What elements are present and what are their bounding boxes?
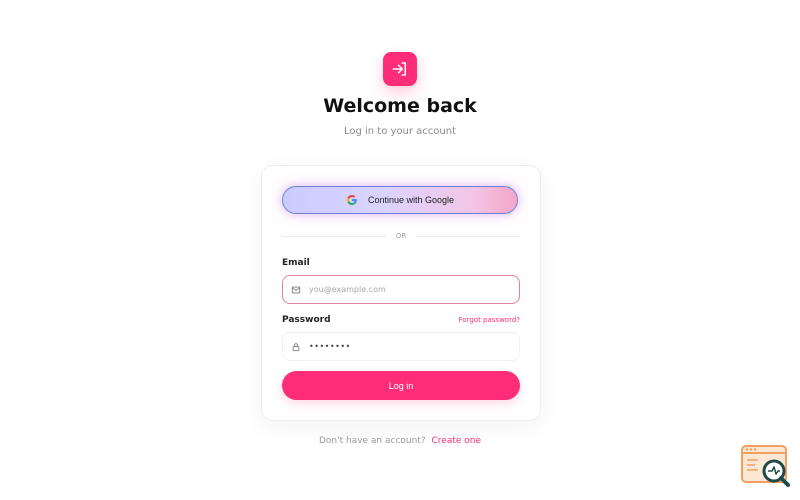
continue-with-google-button[interactable]: Continue with Google	[282, 186, 518, 214]
divider-line-right	[416, 236, 520, 237]
login-arrow-icon	[383, 52, 417, 86]
login-page: Welcome back Log in to your account Cont…	[0, 0, 800, 500]
google-button-label: Continue with Google	[367, 195, 455, 205]
or-divider: OR	[282, 230, 520, 242]
login-card: Continue with Google OR Email Password F…	[261, 165, 541, 421]
password-field-wrapper[interactable]: ••••••••	[282, 332, 520, 361]
password-label: Password	[282, 315, 331, 325]
search-report-icon	[740, 444, 792, 490]
email-field[interactable]	[309, 285, 499, 294]
forgot-password-link[interactable]: Forgot password?	[459, 316, 520, 324]
page-subtitle: Log in to your account	[343, 126, 457, 137]
lock-icon	[291, 342, 301, 352]
signup-prompt-text: Don't have an account?	[318, 436, 426, 446]
create-account-link[interactable]: Create one	[432, 436, 482, 446]
login-button[interactable]: Log in	[282, 371, 520, 400]
password-field[interactable]: ••••••••	[309, 342, 351, 351]
signup-prompt: Don't have an account? Create one	[0, 436, 800, 446]
google-icon	[346, 194, 358, 206]
email-field-wrapper[interactable]	[282, 275, 520, 304]
email-label: Email	[282, 258, 310, 268]
page-title: Welcome back	[323, 95, 477, 117]
mail-icon	[291, 285, 301, 295]
